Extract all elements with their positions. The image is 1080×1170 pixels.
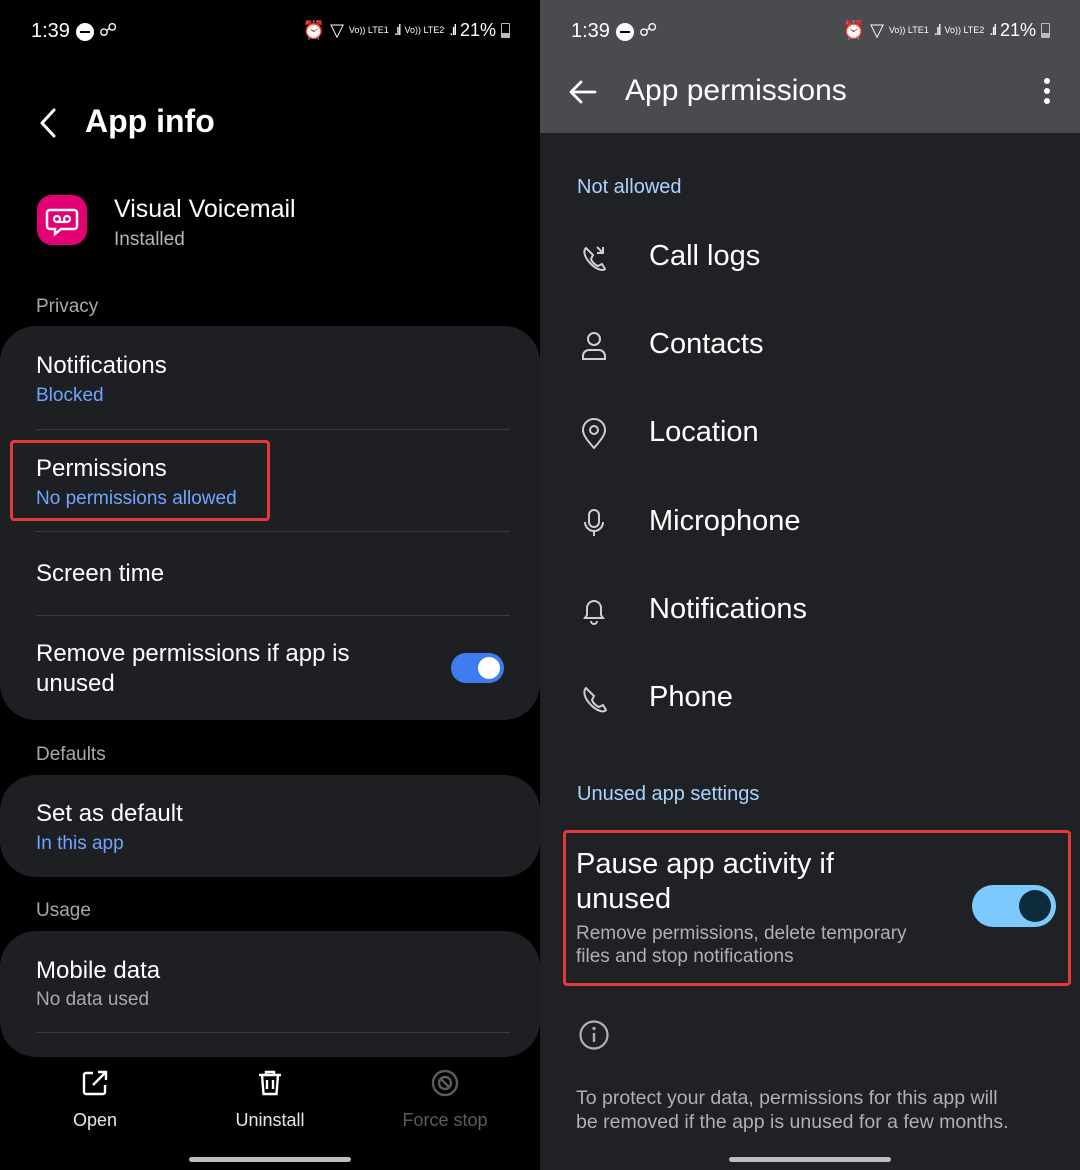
usage-card: Mobile data No data used: [0, 931, 540, 1057]
signal-1-icon: .ıl: [933, 22, 942, 39]
notifications-title: Notifications: [36, 352, 167, 379]
permission-label: Location: [649, 416, 759, 448]
status-time: 1:39: [571, 20, 610, 42]
info-line2: be removed if the app is unused for a fe…: [576, 1111, 1009, 1133]
permission-row-call-logs[interactable]: Call logs: [540, 228, 1080, 288]
force-stop-label: Force stop: [402, 1110, 488, 1130]
force-stop-button[interactable]: Force stop: [385, 1060, 505, 1131]
link-icon: ☍: [639, 20, 658, 40]
call-log-icon: [583, 246, 607, 271]
network-2: Vo)) LTE2: [404, 25, 445, 35]
set-default-row[interactable]: Set as default In this app: [0, 775, 540, 877]
signal-2-icon: .ıl: [449, 22, 457, 39]
remove-permissions-line1: Remove permissions if app is: [36, 640, 350, 667]
home-indicator[interactable]: [729, 1157, 891, 1162]
signal-2-icon: .ıl: [989, 22, 997, 39]
trash-icon: [259, 1070, 281, 1096]
app-info-screen: 1:39 ☍ ⏰ ▽ Vo)) LTE1 .ıl Vo)) LTE2 .ıl 2…: [0, 0, 540, 1170]
app-bar: 1:39 ☍ ⏰ ▽ Vo)) LTE1 .ıl Vo)) LTE2 .ıl 2…: [540, 0, 1080, 133]
battery-percent: 21%: [999, 20, 1036, 40]
mobile-data-row[interactable]: Mobile data No data used: [0, 931, 540, 1031]
unused-info-text: To protect your data, permissions for th…: [576, 1086, 1066, 1134]
permission-row-location[interactable]: Location: [540, 404, 1080, 464]
wifi-icon: ▽: [870, 20, 884, 40]
screen-time-row[interactable]: Screen time: [0, 532, 540, 616]
signal-1-icon: .ıl: [393, 22, 402, 39]
page-title: App info: [85, 103, 215, 139]
set-default-title: Set as default: [36, 800, 183, 827]
page-title: App permissions: [625, 74, 847, 107]
stop-icon: [431, 1069, 459, 1097]
home-indicator[interactable]: [189, 1157, 351, 1162]
divider: [36, 1032, 510, 1033]
battery-icon: [501, 23, 510, 38]
network-2: Vo)) LTE2: [944, 25, 985, 35]
uninstall-label: Uninstall: [235, 1110, 305, 1130]
status-time: 1:39: [31, 20, 70, 42]
set-default-sub: In this app: [36, 833, 124, 854]
mobile-data-sub: No data used: [36, 989, 150, 1010]
wifi-icon: ▽: [330, 20, 344, 40]
usage-section-label: Usage: [36, 900, 91, 921]
open-external-icon: [82, 1070, 108, 1096]
not-allowed-section-label: Not allowed: [577, 176, 682, 198]
permission-row-phone[interactable]: Phone: [540, 669, 1080, 729]
mobile-data-title: Mobile data: [36, 957, 161, 984]
pause-highlight-box: [563, 830, 1071, 986]
status-icons: ⏰ ▽ Vo)) LTE1 .ıl Vo)) LTE2 .ıl 21%: [843, 20, 1050, 41]
open-label: Open: [72, 1110, 118, 1130]
toggle-knob: [478, 657, 500, 679]
dnd-icon: [616, 23, 634, 41]
permission-row-microphone[interactable]: Microphone: [540, 493, 1080, 553]
back-arrow-icon[interactable]: [568, 77, 598, 107]
permission-label: Notifications: [649, 593, 807, 625]
app-install-status: Installed: [114, 229, 185, 250]
dnd-icon: [76, 23, 94, 41]
status-bar: 1:39 ☍ ⏰ ▽ Vo)) LTE1 .ıl Vo)) LTE2 .ıl 2…: [540, 0, 1080, 64]
battery-percent: 21%: [459, 20, 496, 40]
bell-icon: [583, 600, 605, 625]
permission-row-notifications[interactable]: Notifications: [540, 581, 1080, 641]
status-bar: 1:39 ☍ ⏰ ▽ Vo)) LTE1 .ıl Vo)) LTE2 .ıl 2…: [0, 0, 540, 64]
defaults-section-label: Defaults: [36, 744, 106, 765]
uninstall-button[interactable]: Uninstall: [210, 1060, 330, 1131]
notifications-status: Blocked: [36, 385, 104, 406]
phone-icon: [583, 686, 608, 713]
battery-icon: [1041, 23, 1050, 38]
app-permissions-screen: 1:39 ☍ ⏰ ▽ Vo)) LTE1 .ıl Vo)) LTE2 .ıl 2…: [540, 0, 1080, 1170]
status-icons: ⏰ ▽ Vo)) LTE1 .ıl Vo)) LTE2 .ıl 21%: [303, 20, 510, 41]
location-pin-icon: [581, 418, 607, 450]
alarm-icon: ⏰: [302, 20, 326, 40]
unused-app-settings-label: Unused app settings: [577, 783, 760, 805]
privacy-section-label: Privacy: [36, 296, 99, 317]
person-icon: [582, 332, 606, 360]
alarm-icon: ⏰: [842, 20, 866, 40]
permissions-highlight-box: [10, 440, 270, 521]
remove-permissions-toggle[interactable]: [451, 653, 504, 683]
permission-row-contacts[interactable]: Contacts: [540, 316, 1080, 376]
bottom-action-bar: Open Uninstall Force stop: [0, 1060, 540, 1140]
permission-label: Call logs: [649, 240, 761, 272]
permission-label: Microphone: [649, 505, 801, 537]
back-chevron-icon[interactable]: [36, 106, 66, 140]
permission-label: Contacts: [649, 328, 764, 360]
network-1: Vo)) LTE1: [348, 25, 389, 35]
info-line1: To protect your data, permissions for th…: [576, 1087, 998, 1109]
notifications-row[interactable]: Notifications Blocked: [0, 326, 540, 428]
permission-label: Phone: [649, 681, 733, 713]
open-button[interactable]: Open: [35, 1060, 155, 1131]
microphone-icon: [584, 509, 604, 536]
more-options-icon[interactable]: [1040, 78, 1054, 108]
app-name: Visual Voicemail: [114, 195, 296, 223]
remove-permissions-line2: unused: [36, 670, 115, 697]
link-icon: ☍: [99, 20, 118, 40]
info-icon: [579, 1020, 609, 1050]
screen-time-title: Screen time: [36, 560, 165, 587]
network-1: Vo)) LTE1: [888, 25, 929, 35]
voicemail-app-icon: [37, 195, 87, 245]
